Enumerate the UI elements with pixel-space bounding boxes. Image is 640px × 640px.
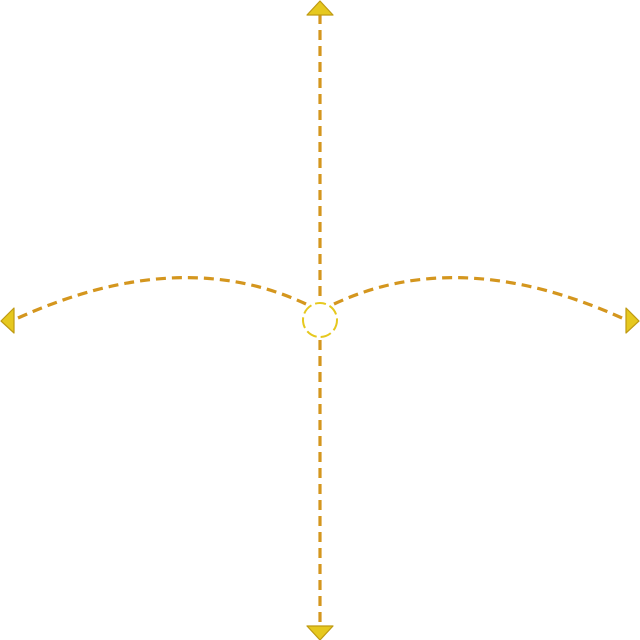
move-right-arrow-handle[interactable] <box>625 307 640 334</box>
center-drag-handle[interactable] <box>302 302 338 338</box>
move-down-arrow-handle[interactable] <box>306 625 334 640</box>
canvas <box>0 0 640 640</box>
move-left-arrow-handle[interactable] <box>0 307 15 334</box>
transform-gizmo <box>0 0 640 640</box>
right-arc-line <box>333 276 623 320</box>
move-up-arrow-handle[interactable] <box>306 0 334 16</box>
left-arc-line <box>17 276 307 320</box>
